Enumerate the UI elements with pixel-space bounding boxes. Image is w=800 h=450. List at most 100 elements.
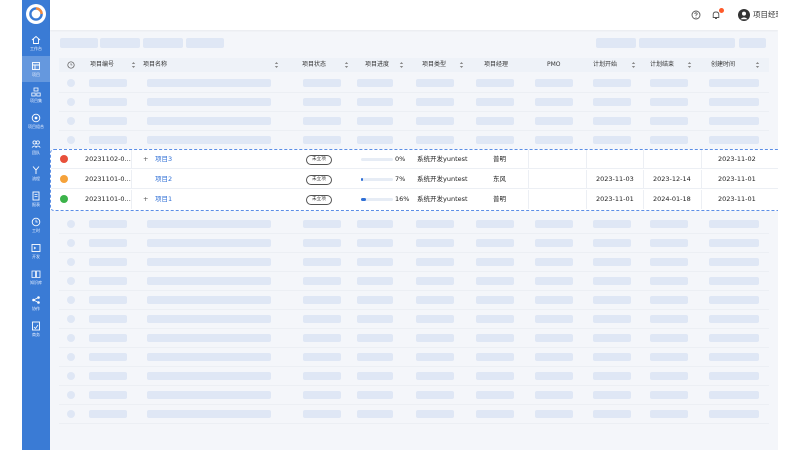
placeholder-cell (476, 296, 514, 304)
sidebar-item-collab[interactable]: 协作 (22, 290, 50, 316)
app-window: 工作台 项目 项目集 项目组合 团队 流程 报表 工时 开发 知识库 协作 商务… (22, 0, 778, 450)
progress-value: 7% (395, 175, 406, 183)
avatar[interactable] (738, 9, 750, 21)
placeholder-row (59, 386, 769, 405)
placeholder-cell (416, 220, 454, 228)
project-name-link[interactable]: 项目1 (155, 190, 172, 209)
sort-icon[interactable] (755, 61, 760, 69)
expand-toggle[interactable]: + (143, 150, 148, 169)
sort-icon[interactable] (399, 61, 404, 69)
project-type: 系统开发yuntest (417, 155, 468, 163)
project-code: 20231101-0... (85, 175, 131, 183)
plan-start: 2023-11-03 (596, 175, 634, 183)
plan-end: 2024-01-18 (653, 195, 691, 203)
placeholder-cell (476, 277, 514, 285)
sidebar-item-timesheet[interactable]: 工时 (22, 212, 50, 238)
placeholder-cell (709, 220, 759, 228)
placeholder-row (59, 329, 769, 348)
status-badge: 未立项 (306, 154, 332, 165)
placeholder-cell (147, 117, 271, 125)
placeholder-cell (476, 220, 514, 228)
column-header-plan-end[interactable]: 计划结束 (650, 58, 674, 72)
placeholder-dot (67, 334, 75, 342)
help-icon[interactable] (690, 9, 702, 21)
column-header-created[interactable]: 创建时间 (711, 58, 735, 72)
placeholder-cell (416, 117, 454, 125)
column-divider (643, 190, 644, 209)
notification-badge (719, 8, 724, 13)
placeholder-cell (416, 372, 454, 380)
sidebar-item-program[interactable]: 项目集 (22, 82, 50, 108)
placeholder-cell (147, 391, 271, 399)
placeholder-cell (416, 258, 454, 266)
placeholder-cell (357, 296, 393, 304)
placeholder-cell (416, 296, 454, 304)
sidebar-item-projects[interactable]: 项目 (22, 56, 50, 82)
table-row[interactable]: 20231101-0... + 项目1 未立项 16% 系统开发yuntest … (51, 190, 778, 209)
placeholder-cell (476, 117, 514, 125)
placeholder-cell (593, 372, 631, 380)
table-row[interactable]: 20231102-0... + 项目3 未立项 0% 系统开发yuntest 普… (51, 150, 778, 169)
project-name-link[interactable]: 项目2 (155, 170, 172, 189)
sidebar-item-team[interactable]: 团队 (22, 134, 50, 160)
placeholder-cell (357, 136, 393, 144)
placeholder-cell (535, 372, 573, 380)
placeholder-cell (709, 277, 759, 285)
sidebar-item-label: 知识库 (30, 280, 42, 285)
app-logo[interactable] (26, 4, 46, 24)
column-header-manager[interactable]: 项目经理 (484, 58, 508, 72)
column-header-code[interactable]: 项目编号 (90, 58, 114, 72)
sort-icon[interactable] (687, 61, 692, 69)
sidebar-item-workbench[interactable]: 工作台 (22, 30, 50, 56)
sort-icon[interactable] (131, 61, 136, 69)
placeholder-cell (147, 220, 271, 228)
sort-icon[interactable] (631, 61, 636, 69)
placeholder-cell (535, 334, 573, 342)
column-header-pmo[interactable]: PMO (547, 58, 561, 72)
placeholder-cell (476, 372, 514, 380)
project-name-link[interactable]: 项目3 (155, 150, 172, 169)
toolbar-placeholder (60, 38, 98, 48)
column-divider (643, 150, 644, 169)
placeholder-cell (147, 334, 271, 342)
placeholder-cell (535, 353, 573, 361)
placeholder-cell (147, 277, 271, 285)
placeholder-cell (650, 98, 688, 106)
sidebar-item-business[interactable]: 商务 (22, 316, 50, 342)
expand-toggle[interactable]: + (143, 190, 148, 209)
placeholder-cell (476, 239, 514, 247)
table-row[interactable]: 20231101-0... 项目2 未立项 7% 系统开发yuntest 东风 … (51, 170, 778, 189)
sort-icon[interactable] (459, 61, 464, 69)
placeholder-dot (67, 117, 75, 125)
column-header-type[interactable]: 项目类型 (422, 58, 446, 72)
placeholder-cell (303, 136, 341, 144)
placeholder-cell (357, 315, 393, 323)
column-header-name[interactable]: 项目名称 (143, 58, 167, 72)
placeholder-cell (147, 136, 271, 144)
progress-fill (361, 178, 364, 181)
column-header-plan-start[interactable]: 计划开始 (593, 58, 617, 72)
placeholder-dot (67, 315, 75, 323)
user-name[interactable]: 项目经理 PM (753, 9, 778, 21)
sidebar-item-report[interactable]: 报表 (22, 186, 50, 212)
placeholder-cell (147, 239, 271, 247)
placeholder-cell (89, 98, 127, 106)
placeholder-cell (89, 391, 127, 399)
placeholder-cell (89, 136, 127, 144)
column-header-progress[interactable]: 项目进度 (365, 58, 389, 72)
placeholder-row (59, 367, 769, 386)
placeholder-cell (357, 391, 393, 399)
report-icon (32, 191, 40, 201)
placeholder-cell (89, 334, 127, 342)
placeholder-cell (357, 410, 393, 418)
sidebar-item-flow[interactable]: 流程 (22, 160, 50, 186)
placeholder-cell (147, 79, 271, 87)
sidebar-item-dev[interactable]: 开发 (22, 238, 50, 264)
sidebar-item-portfolio[interactable]: 项目组合 (22, 108, 50, 134)
sidebar-item-wiki[interactable]: 知识库 (22, 264, 50, 290)
sort-icon[interactable] (274, 61, 279, 69)
column-divider (528, 170, 529, 189)
placeholder-cell (650, 277, 688, 285)
column-header-status[interactable]: 项目状态 (302, 58, 326, 72)
sort-icon[interactable] (344, 61, 349, 69)
